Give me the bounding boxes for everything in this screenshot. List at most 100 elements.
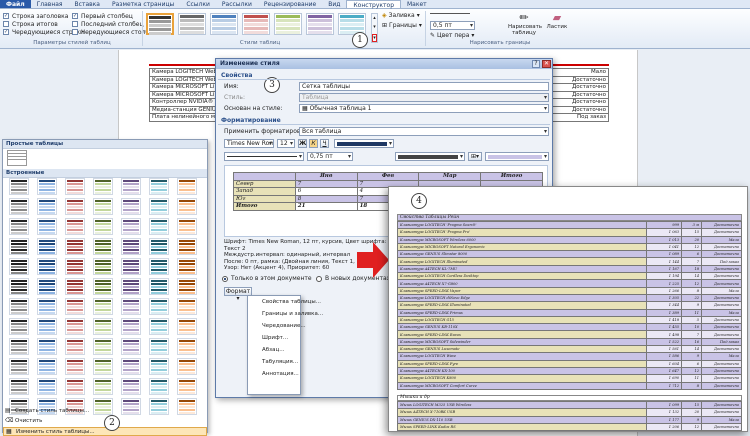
tab-review[interactable]: Рецензирование bbox=[258, 0, 322, 8]
table-style-thumbnail[interactable] bbox=[121, 178, 141, 195]
table-style-thumbnail[interactable] bbox=[37, 378, 57, 395]
tab-page-layout[interactable]: Разметка страницы bbox=[106, 0, 180, 8]
table-style-thumbnail[interactable] bbox=[9, 258, 29, 275]
menu-table-properties[interactable]: Свойства таблицы... bbox=[248, 296, 321, 308]
shading-select[interactable] bbox=[485, 152, 549, 161]
table-style-thumbnail[interactable] bbox=[9, 178, 29, 195]
table-style-swatch[interactable] bbox=[178, 13, 206, 35]
plain-table-style[interactable] bbox=[7, 150, 27, 166]
table-style-thumbnail[interactable] bbox=[121, 198, 141, 215]
italic-button[interactable]: К bbox=[309, 139, 318, 148]
pen-color-button[interactable]: ✎ Цвет пера ▾ bbox=[430, 32, 474, 39]
font-select[interactable]: Times New Roman bbox=[224, 139, 274, 148]
font-size-select[interactable]: 12 bbox=[277, 139, 295, 148]
table-style-thumbnail[interactable] bbox=[65, 318, 85, 335]
gallery-menu-clear[interactable]: ⌫ Очистить bbox=[3, 417, 103, 426]
table-style-thumbnail[interactable] bbox=[121, 258, 141, 275]
table-style-thumbnail[interactable] bbox=[177, 318, 197, 335]
table-style-thumbnail[interactable] bbox=[177, 198, 197, 215]
tab-view[interactable]: Вид bbox=[322, 0, 346, 8]
table-style-thumbnail[interactable] bbox=[9, 298, 29, 315]
table-style-thumbnail[interactable] bbox=[149, 298, 169, 315]
line-style-select[interactable] bbox=[224, 152, 304, 161]
table-style-thumbnail[interactable] bbox=[93, 258, 113, 275]
table-style-thumbnail[interactable] bbox=[177, 238, 197, 255]
tab-home[interactable]: Главная bbox=[31, 0, 69, 8]
table-style-thumbnail[interactable] bbox=[121, 318, 141, 335]
checkbox-header-row[interactable]: ✓ bbox=[3, 13, 9, 19]
chevron-up-icon[interactable]: ▴ bbox=[372, 14, 377, 23]
borders-dropdown[interactable]: ⊞▾ bbox=[468, 152, 482, 161]
table-style-thumbnail[interactable] bbox=[65, 258, 85, 275]
table-style-thumbnail[interactable] bbox=[149, 378, 169, 395]
table-style-thumbnail[interactable] bbox=[65, 298, 85, 315]
table-style-thumbnail[interactable] bbox=[37, 298, 57, 315]
table-style-thumbnail[interactable] bbox=[9, 318, 29, 335]
styles-scroll[interactable]: ▴ ▾ ▾ bbox=[371, 13, 378, 43]
table-style-thumbnail[interactable] bbox=[177, 358, 197, 375]
table-style-thumbnail[interactable] bbox=[9, 338, 29, 355]
table-style-thumbnail[interactable] bbox=[37, 218, 57, 235]
checkbox-last-column[interactable] bbox=[72, 21, 78, 27]
table-style-thumbnail[interactable] bbox=[177, 298, 197, 315]
gallery-menu-modify[interactable]: ▦ Изменить стиль таблицы... bbox=[3, 427, 207, 436]
table-style-thumbnail[interactable] bbox=[9, 218, 29, 235]
menu-font[interactable]: Шрифт... bbox=[248, 332, 300, 344]
table-style-thumbnail[interactable] bbox=[149, 218, 169, 235]
menu-annotation[interactable]: Аннотация... bbox=[248, 368, 300, 380]
borders-button[interactable]: ⊞ Границы ▾ bbox=[382, 22, 422, 29]
tab-mailings[interactable]: Рассылки bbox=[216, 0, 258, 8]
menu-paragraph[interactable]: Абзац... bbox=[248, 344, 300, 356]
table-style-thumbnail[interactable] bbox=[93, 338, 113, 355]
table-style-thumbnail[interactable] bbox=[37, 178, 57, 195]
table-style-thumbnail[interactable] bbox=[65, 218, 85, 235]
chevron-down-icon[interactable]: ▾ bbox=[372, 23, 377, 32]
table-style-thumbnail[interactable] bbox=[65, 338, 85, 355]
table-style-thumbnail[interactable] bbox=[177, 378, 197, 395]
menu-borders-shading[interactable]: Границы и заливка... bbox=[248, 308, 323, 320]
table-style-thumbnail[interactable] bbox=[121, 358, 141, 375]
checkbox-banded-rows[interactable]: ✓ bbox=[3, 29, 9, 35]
table-style-thumbnail[interactable] bbox=[177, 178, 197, 195]
pen-style-line[interactable] bbox=[430, 13, 470, 14]
table-style-thumbnail[interactable] bbox=[9, 238, 29, 255]
table-style-thumbnail[interactable] bbox=[9, 198, 29, 215]
checkbox-total-row[interactable] bbox=[3, 21, 9, 27]
table-style-swatch[interactable] bbox=[146, 13, 174, 35]
table-style-thumbnail[interactable] bbox=[37, 198, 57, 215]
table-style-thumbnail[interactable] bbox=[177, 258, 197, 275]
close-icon[interactable]: ✕ bbox=[542, 60, 551, 68]
table-style-thumbnail[interactable] bbox=[93, 238, 113, 255]
line-width-select[interactable]: 0,75 пт bbox=[307, 152, 353, 161]
table-style-thumbnail[interactable] bbox=[93, 278, 113, 295]
table-style-thumbnail[interactable] bbox=[149, 318, 169, 335]
table-style-thumbnail[interactable] bbox=[149, 198, 169, 215]
table-style-thumbnail[interactable] bbox=[9, 278, 29, 295]
table-style-thumbnail[interactable] bbox=[121, 278, 141, 295]
table-style-thumbnail[interactable] bbox=[37, 338, 57, 355]
based-on-select[interactable]: ▦ Обычная таблица 1 bbox=[299, 104, 549, 113]
table-style-thumbnail[interactable] bbox=[93, 298, 113, 315]
tab-insert[interactable]: Вставка bbox=[69, 0, 106, 8]
table-style-thumbnail[interactable] bbox=[9, 358, 29, 375]
table-style-thumbnail[interactable] bbox=[121, 378, 141, 395]
style-name-field[interactable]: Сетка таблицы bbox=[299, 82, 549, 91]
table-style-thumbnail[interactable] bbox=[177, 338, 197, 355]
tab-layout[interactable]: Макет bbox=[401, 0, 433, 8]
table-style-thumbnail[interactable] bbox=[121, 218, 141, 235]
table-style-swatch[interactable] bbox=[274, 13, 302, 35]
border-color-select[interactable] bbox=[395, 152, 465, 161]
table-style-thumbnail[interactable] bbox=[93, 218, 113, 235]
table-style-swatch[interactable] bbox=[306, 13, 334, 35]
menu-tabs[interactable]: Табуляция... bbox=[248, 356, 300, 368]
eraser-button[interactable]: ▰ Ластик bbox=[544, 11, 570, 30]
table-style-thumbnail[interactable] bbox=[37, 318, 57, 335]
apply-to-select[interactable]: Вся таблица bbox=[299, 127, 549, 136]
table-style-thumbnail[interactable] bbox=[93, 378, 113, 395]
table-style-thumbnail[interactable] bbox=[149, 278, 169, 295]
underline-button[interactable]: Ч bbox=[320, 139, 329, 148]
gallery-menu-new[interactable]: ▤ Создать стиль таблицы... bbox=[3, 407, 113, 416]
fill-button[interactable]: ◈ Заливка ▾ bbox=[382, 12, 420, 19]
table-style-thumbnail[interactable] bbox=[93, 318, 113, 335]
table-style-thumbnail[interactable] bbox=[149, 258, 169, 275]
